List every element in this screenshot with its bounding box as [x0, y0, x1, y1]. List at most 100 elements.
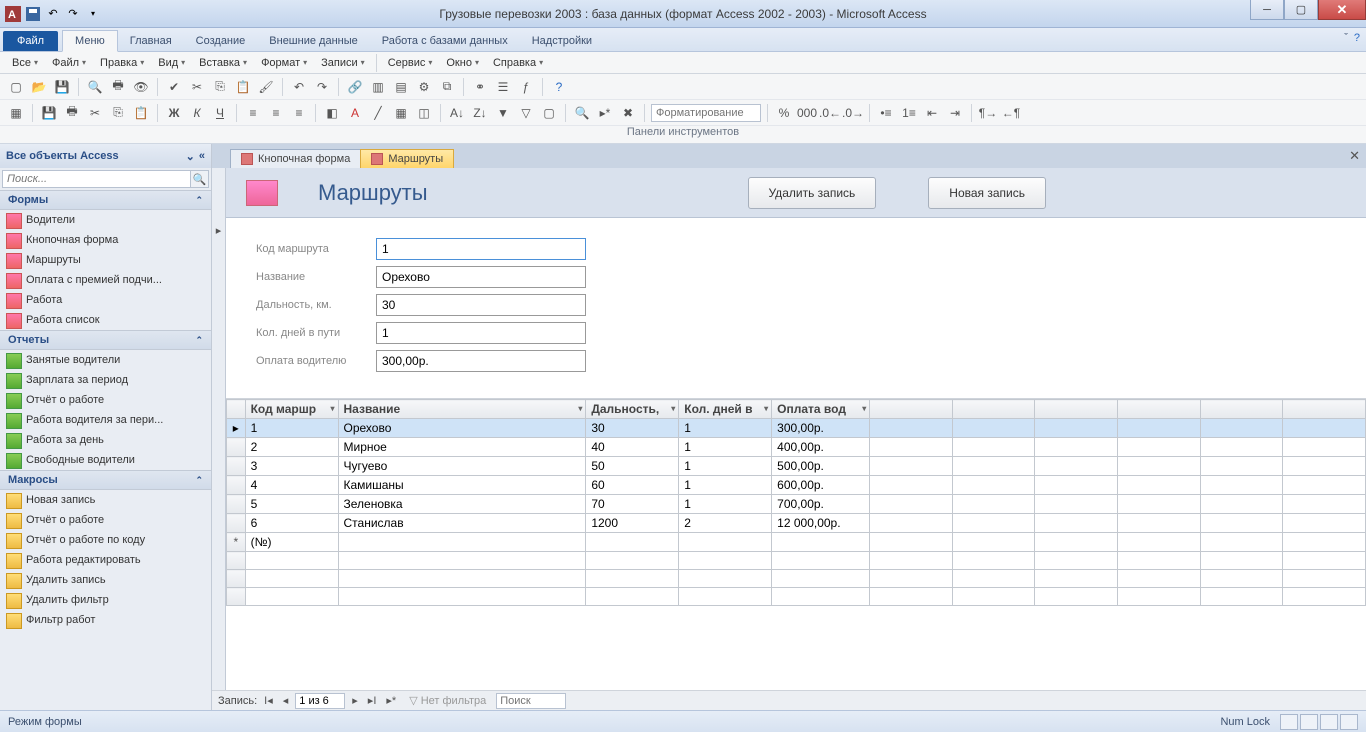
doc-tab-marshruty[interactable]: Маршруты: [360, 149, 454, 168]
empty-cell[interactable]: [952, 438, 1035, 457]
empty-cell[interactable]: [1283, 476, 1366, 495]
cell[interactable]: 1: [679, 438, 772, 457]
ribbon-tab-dbtools[interactable]: Работа с базами данных: [370, 31, 520, 51]
empty-cell[interactable]: [870, 438, 953, 457]
nav-item[interactable]: Зарплата за период: [0, 370, 211, 390]
empty-cell[interactable]: [952, 419, 1035, 438]
cell[interactable]: (№): [245, 533, 338, 552]
access-app-icon[interactable]: A: [4, 5, 22, 23]
filter-form-icon[interactable]: ▢: [539, 103, 559, 123]
row-selector[interactable]: ▸: [227, 419, 246, 438]
menu-window[interactable]: Окно▾: [440, 55, 485, 71]
empty-cell[interactable]: [772, 533, 870, 552]
search-icon[interactable]: 🔍: [85, 77, 105, 97]
empty-cell[interactable]: [1283, 438, 1366, 457]
cell[interactable]: 400,00р.: [772, 438, 870, 457]
empty-column[interactable]: [1200, 400, 1283, 419]
empty-column[interactable]: [1283, 400, 1366, 419]
form-icon[interactable]: ▥: [368, 77, 388, 97]
ltr-icon[interactable]: ¶→: [978, 103, 998, 123]
empty-cell[interactable]: [1118, 419, 1201, 438]
align-center-icon[interactable]: ≡: [266, 103, 286, 123]
recnav-last-icon[interactable]: ▸I: [365, 694, 380, 707]
cut2-icon[interactable]: ✂: [85, 103, 105, 123]
empty-cell[interactable]: [1200, 495, 1283, 514]
cell[interactable]: Орехово: [338, 419, 586, 438]
column-header[interactable]: Кол. дней в▾: [679, 400, 772, 419]
cell[interactable]: 3: [245, 457, 338, 476]
nav-item[interactable]: Водители: [0, 210, 211, 230]
open-icon[interactable]: 📂: [29, 77, 49, 97]
cell[interactable]: 1: [679, 419, 772, 438]
nav-item[interactable]: Работа список: [0, 310, 211, 330]
nav-item[interactable]: Работа: [0, 290, 211, 310]
indent-inc-icon[interactable]: ⇥: [945, 103, 965, 123]
nav-item[interactable]: Отчёт о работе: [0, 390, 211, 410]
italic-icon[interactable]: К: [187, 103, 207, 123]
empty-cell[interactable]: [1200, 533, 1283, 552]
cell[interactable]: 6: [245, 514, 338, 533]
select-all-cell[interactable]: [227, 400, 246, 419]
new-db-icon[interactable]: ▢: [6, 77, 26, 97]
recnav-new-icon[interactable]: ▸*: [383, 694, 399, 707]
empty-cell[interactable]: [1035, 419, 1118, 438]
menu-insert[interactable]: Вставка▾: [193, 55, 253, 71]
cell[interactable]: 700,00р.: [772, 495, 870, 514]
numbering-icon[interactable]: 1≡: [899, 103, 919, 123]
delrec-icon[interactable]: ✖: [618, 103, 638, 123]
nav-item[interactable]: Оплата с премией подчи...: [0, 270, 211, 290]
cell[interactable]: Мирное: [338, 438, 586, 457]
cell[interactable]: Чугуево: [338, 457, 586, 476]
nav-search-input[interactable]: [2, 170, 191, 188]
menu-view[interactable]: Вид▾: [152, 55, 191, 71]
nav-item[interactable]: Занятые водители: [0, 350, 211, 370]
empty-cell[interactable]: [586, 533, 679, 552]
new-row-selector[interactable]: *: [227, 533, 246, 552]
nav-header[interactable]: Все объекты Access ⌄«: [0, 144, 211, 168]
copy-icon[interactable]: ⎘: [210, 77, 230, 97]
recnav-position[interactable]: [295, 693, 345, 709]
cell[interactable]: Зеленовка: [338, 495, 586, 514]
menu-all[interactable]: Все▾: [6, 55, 44, 71]
cell[interactable]: 600,00р.: [772, 476, 870, 495]
menu-format[interactable]: Формат▾: [255, 55, 313, 71]
ribbon-tab-external[interactable]: Внешние данные: [257, 31, 369, 51]
line-color-icon[interactable]: ╱: [368, 103, 388, 123]
nav-search-icon[interactable]: 🔍: [191, 170, 209, 188]
cell[interactable]: 30: [586, 419, 679, 438]
empty-cell[interactable]: [1200, 419, 1283, 438]
row-selector[interactable]: [227, 438, 246, 457]
cell[interactable]: 60: [586, 476, 679, 495]
empty-cell[interactable]: [1283, 514, 1366, 533]
cell[interactable]: 1200: [586, 514, 679, 533]
column-header[interactable]: Оплата вод▾: [772, 400, 870, 419]
nav-item[interactable]: Работа водителя за пери...: [0, 410, 211, 430]
nav-item[interactable]: Удалить запись: [0, 570, 211, 590]
help-icon[interactable]: ?: [1354, 32, 1360, 44]
menu-help[interactable]: Справка▾: [487, 55, 549, 71]
empty-cell[interactable]: [1035, 514, 1118, 533]
redo2-icon[interactable]: ↷: [312, 77, 332, 97]
print-icon[interactable]: 🖶: [108, 77, 128, 97]
align-right-icon[interactable]: ≡: [289, 103, 309, 123]
cell[interactable]: 12 000,00р.: [772, 514, 870, 533]
cut-icon[interactable]: ✂: [187, 77, 207, 97]
nav-item[interactable]: Отчёт о работе: [0, 510, 211, 530]
undo-icon[interactable]: ↶: [44, 5, 62, 23]
macro-icon[interactable]: ⧉: [437, 77, 457, 97]
empty-cell[interactable]: [870, 495, 953, 514]
newrec-icon[interactable]: ▸*: [595, 103, 615, 123]
find-icon[interactable]: 🔍: [572, 103, 592, 123]
paste-icon[interactable]: 📋: [233, 77, 253, 97]
save2-icon[interactable]: 💾: [39, 103, 59, 123]
thousand-icon[interactable]: 000: [797, 103, 817, 123]
empty-cell[interactable]: [1118, 533, 1201, 552]
cell[interactable]: 2: [679, 514, 772, 533]
paste2-icon[interactable]: 📋: [131, 103, 151, 123]
ribbon-tab-menu[interactable]: Меню: [62, 30, 118, 52]
qat-dropdown-icon[interactable]: ▾: [84, 5, 102, 23]
copy2-icon[interactable]: ⎘: [108, 103, 128, 123]
nav-item[interactable]: Кнопочная форма: [0, 230, 211, 250]
empty-cell[interactable]: [1035, 476, 1118, 495]
column-header[interactable]: Дальность,▾: [586, 400, 679, 419]
